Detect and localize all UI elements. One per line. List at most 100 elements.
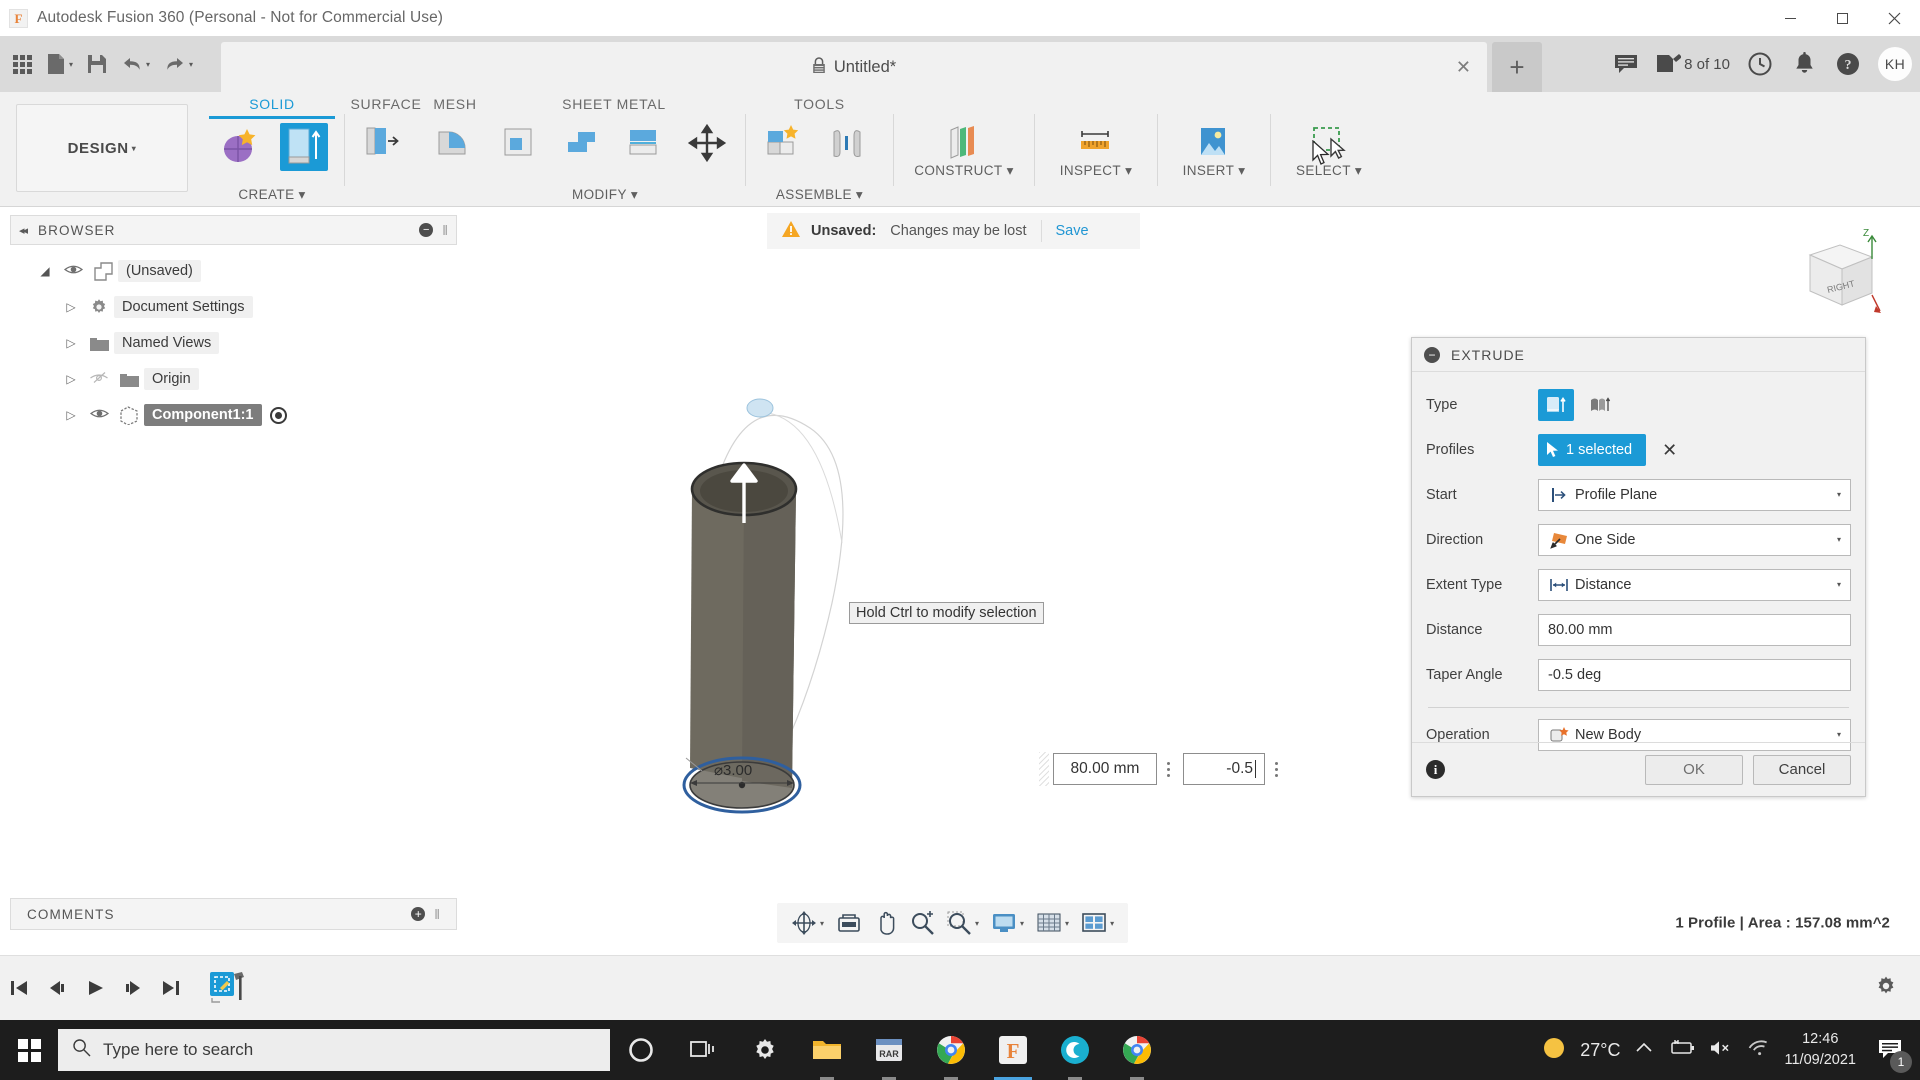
recent-activity-icon[interactable]	[1740, 42, 1780, 86]
comments-panel[interactable]: COMMENTS + ‖	[10, 898, 457, 930]
comments-icon[interactable]	[1606, 42, 1646, 86]
inline-taper-input[interactable]: -0.5	[1183, 753, 1265, 785]
select-button[interactable]	[1297, 116, 1361, 168]
jobs-status-icon[interactable]: 8 of 10	[1650, 42, 1736, 86]
panel-resize-grip[interactable]: ‖	[442, 222, 448, 238]
cisco-webex-icon[interactable]	[1044, 1020, 1106, 1080]
group-label-assemble[interactable]: ASSEMBLE ▾	[752, 187, 887, 203]
group-label-modify[interactable]: MODIFY ▾	[535, 187, 675, 203]
show-hidden-icons-chevron-icon[interactable]	[1635, 1041, 1653, 1060]
group-label-construct[interactable]: CONSTRUCT ▾	[900, 163, 1028, 179]
tab-solid[interactable]: SOLID CREATE ▾	[206, 92, 338, 207]
wifi-icon[interactable]	[1747, 1039, 1771, 1062]
distance-input[interactable]: 80.00 mm	[1538, 613, 1851, 646]
maximize-button[interactable]	[1816, 0, 1868, 36]
workspace-selector[interactable]: DESIGN ▾	[16, 104, 188, 192]
expander-icon[interactable]: ▷	[58, 372, 84, 386]
tab-mesh[interactable]: MESH	[421, 92, 489, 207]
tab-tools[interactable]: TOOLS ASSEMBLE ▾	[752, 92, 887, 207]
browser-item-unsaved[interactable]: ◢ (Unsaved)	[10, 253, 457, 289]
type-thin-button[interactable]	[1582, 389, 1618, 421]
weather-sun-icon[interactable]	[1542, 1036, 1566, 1065]
group-label-inspect[interactable]: INSPECT ▾	[1041, 163, 1151, 179]
timeline-go-to-end-button[interactable]	[152, 968, 190, 1008]
browser-item-document-settings[interactable]: ▷ Document Settings	[10, 289, 457, 325]
weather-temperature[interactable]: 27°C	[1580, 1040, 1620, 1061]
grid-snap-icon[interactable]: ▾	[1030, 904, 1075, 942]
move-copy-button[interactable]	[677, 116, 740, 168]
taskbar-clock[interactable]: 12:46 11/09/2021	[1785, 1029, 1857, 1071]
clear-profiles-icon[interactable]: ✕	[1662, 441, 1677, 459]
chrome-icon[interactable]	[920, 1020, 982, 1080]
drag-handle[interactable]	[1039, 752, 1049, 786]
orbit-icon[interactable]: ▾	[785, 904, 830, 942]
extrude-dialog[interactable]: − EXTRUDE Type Profiles 1 selected ✕ Sta…	[1411, 337, 1866, 797]
help-icon[interactable]: ?	[1828, 42, 1868, 86]
pan-icon[interactable]	[868, 904, 904, 942]
cortana-icon[interactable]	[610, 1020, 672, 1080]
insert-image-button[interactable]	[1182, 116, 1246, 168]
undo-icon[interactable]: ▾	[114, 44, 157, 84]
collapse-panel-icon[interactable]: ◂◂	[19, 224, 28, 237]
info-icon[interactable]: i	[1426, 760, 1445, 779]
fit-icon[interactable]: ▾	[941, 904, 985, 942]
split-face-button[interactable]	[614, 116, 677, 168]
direction-dropdown[interactable]: One Side ▾	[1538, 523, 1851, 556]
distance-options-icon[interactable]	[1157, 753, 1179, 785]
extrude-button[interactable]	[272, 119, 335, 171]
activate-component-icon[interactable]	[269, 406, 287, 424]
timeline-play-button[interactable]	[76, 968, 114, 1008]
taper-options-icon[interactable]	[1265, 753, 1287, 785]
expander-open-icon[interactable]: ◢	[32, 264, 58, 278]
cancel-button[interactable]: Cancel	[1753, 754, 1851, 785]
action-center-icon[interactable]: 1	[1870, 1030, 1912, 1073]
measure-button[interactable]	[1064, 116, 1128, 168]
timeline-sketch-node[interactable]	[208, 968, 248, 1008]
notifications-bell-icon[interactable]	[1784, 42, 1824, 86]
redo-icon[interactable]: ▾	[157, 44, 200, 84]
file-explorer-icon[interactable]	[796, 1020, 858, 1080]
expander-icon[interactable]: ▷	[58, 336, 84, 350]
ok-button[interactable]: OK	[1645, 754, 1743, 785]
battery-charging-icon[interactable]	[1667, 1039, 1695, 1062]
view-cube[interactable]: RIGHT Z	[1780, 223, 1890, 333]
fusion360-icon[interactable]: F	[982, 1020, 1044, 1080]
collapse-dialog-icon[interactable]: −	[1424, 346, 1440, 363]
new-tab-button[interactable]: +	[1492, 42, 1542, 92]
browser-item-component1[interactable]: ▷ Component1:1	[10, 397, 457, 433]
panel-resize-grip[interactable]: ‖	[434, 906, 440, 922]
zoom-icon[interactable]	[904, 904, 941, 942]
visibility-eye-off-icon[interactable]	[84, 371, 114, 388]
taper-angle-input[interactable]: -0.5 deg	[1538, 658, 1851, 691]
settings-icon[interactable]	[734, 1020, 796, 1080]
document-tab[interactable]: Untitled* ✕	[221, 42, 1487, 92]
shell-button[interactable]	[489, 116, 552, 168]
timeline-settings-gear-icon[interactable]	[1874, 974, 1898, 1003]
apps-grid-icon[interactable]	[6, 44, 39, 84]
timeline-step-back-button[interactable]	[38, 968, 76, 1008]
combine-button[interactable]	[552, 116, 615, 168]
press-pull-button[interactable]	[351, 116, 415, 168]
close-tab-icon[interactable]: ✕	[1456, 58, 1471, 76]
browser-minimize-icon[interactable]: −	[419, 223, 434, 237]
save-icon[interactable]	[80, 44, 114, 84]
type-solid-button[interactable]	[1538, 388, 1574, 421]
inline-distance-input[interactable]: 80.00 mm	[1053, 753, 1157, 785]
extruded-cylinder-model[interactable]: ⌀3.00	[672, 363, 1002, 823]
tab-surface[interactable]: SURFACE	[350, 92, 421, 207]
new-component-button[interactable]	[752, 116, 816, 168]
volume-muted-icon[interactable]	[1709, 1039, 1733, 1062]
browser-item-named-views[interactable]: ▷ Named Views	[10, 325, 457, 361]
extent-type-dropdown[interactable]: Distance ▾	[1538, 568, 1851, 601]
timeline-step-forward-button[interactable]	[114, 968, 152, 1008]
fillet-button[interactable]	[421, 116, 485, 168]
display-mode-icon[interactable]: ▾	[985, 904, 1030, 942]
browser-item-origin[interactable]: ▷ Origin	[10, 361, 457, 397]
start-dropdown[interactable]: Profile Plane ▾	[1538, 478, 1851, 511]
joint-button[interactable]	[816, 116, 880, 168]
expander-icon[interactable]: ▷	[58, 300, 84, 314]
save-link[interactable]: Save	[1056, 223, 1089, 239]
file-menu-button[interactable]: ▾	[39, 44, 80, 84]
avatar[interactable]: KH	[1878, 47, 1912, 81]
minimize-button[interactable]	[1764, 0, 1816, 36]
